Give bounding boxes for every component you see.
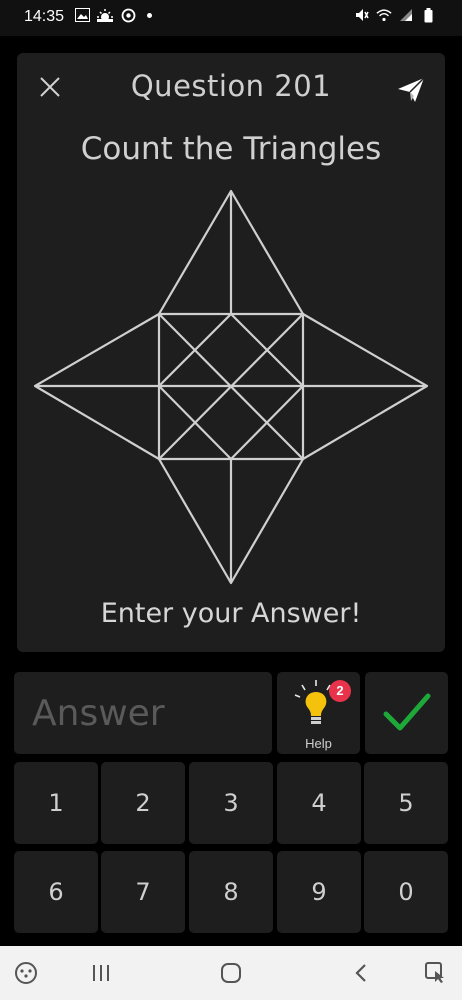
help-count-badge: 2 (329, 680, 351, 702)
sync-icon (120, 7, 136, 23)
weather-icon (97, 7, 113, 23)
keypad-key-4[interactable]: 4 (277, 762, 361, 844)
checkmark-icon (383, 693, 431, 731)
answer-box[interactable] (14, 672, 272, 754)
answer-input[interactable] (14, 672, 272, 754)
keypad-key-1[interactable]: 1 (14, 762, 98, 844)
image-icon (74, 7, 90, 23)
question-card: Question 201 Count the Triangles Enter y… (17, 53, 445, 652)
wifi-icon (376, 7, 392, 23)
recents-icon[interactable] (88, 960, 114, 986)
notification-dot-icon (147, 12, 152, 18)
battery-icon (420, 7, 436, 23)
keypad-key-3[interactable]: 3 (189, 762, 273, 844)
game-launcher-icon[interactable] (13, 960, 39, 986)
help-label: Help (305, 736, 332, 751)
paper-plane-icon[interactable] (397, 77, 425, 103)
keypad-key-5[interactable]: 5 (364, 762, 448, 844)
puzzle-subtitle: Count the Triangles (80, 131, 382, 167)
status-time: 14:35 (24, 8, 65, 25)
answer-prompt: Enter your Answer! (100, 598, 362, 629)
navigation-bar (0, 946, 462, 1000)
accessibility-icon[interactable] (423, 960, 449, 986)
help-button[interactable]: 2 Help (277, 672, 360, 754)
home-icon[interactable] (218, 960, 244, 986)
keypad-key-2[interactable]: 2 (101, 762, 185, 844)
status-bar: 14:35 (0, 0, 462, 36)
signal-icon (398, 7, 414, 23)
triangle-puzzle-figure (33, 189, 429, 585)
mute-icon (354, 7, 370, 23)
keypad-key-0[interactable]: 0 (364, 851, 448, 933)
keypad-key-8[interactable]: 8 (189, 851, 273, 933)
back-icon[interactable] (348, 960, 374, 986)
keypad-key-6[interactable]: 6 (14, 851, 98, 933)
keypad-key-9[interactable]: 9 (277, 851, 361, 933)
submit-answer-button[interactable] (365, 672, 448, 754)
keypad-key-7[interactable]: 7 (101, 851, 185, 933)
question-title: Question 201 (130, 69, 332, 103)
